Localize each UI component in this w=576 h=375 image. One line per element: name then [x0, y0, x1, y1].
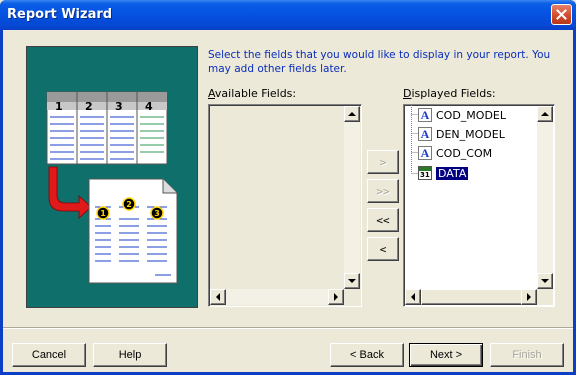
available-horizontal-scrollbar[interactable] [210, 289, 344, 305]
report-marker-1: 1 [100, 209, 106, 218]
field-label: COD_COM [436, 146, 493, 160]
available-scroll-down-button[interactable] [344, 273, 360, 289]
available-fields-list[interactable] [208, 104, 362, 307]
report-marker-2: 2 [126, 200, 132, 209]
arrow-left-icon [411, 293, 415, 301]
field-label: DEN_MODEL [436, 127, 505, 141]
arrow-right-icon [527, 293, 531, 301]
text-field-icon: A [418, 127, 432, 141]
available-scroll-right-button[interactable] [328, 289, 344, 305]
displayed-scroll-down-button[interactable] [537, 273, 553, 289]
displayed-fields-label: Displayed Fields: [403, 87, 496, 100]
table-column-3: 3 [115, 100, 123, 113]
finish-button[interactable]: Finish [490, 343, 564, 367]
displayed-vertical-scrollbar[interactable] [537, 106, 553, 289]
close-button[interactable] [551, 4, 572, 25]
arrow-down-icon [541, 279, 549, 283]
field-label: COD_MODEL [436, 108, 507, 122]
displayed-field-item[interactable]: A DEN_MODEL [418, 125, 505, 143]
add-all-fields-button[interactable]: >> [367, 179, 399, 203]
remove-field-button[interactable]: < [367, 237, 399, 261]
window-title: Report Wizard [7, 7, 113, 22]
cancel-button[interactable]: Cancel [12, 343, 86, 367]
report-marker-3: 3 [154, 209, 160, 218]
displayed-scroll-thumb[interactable] [421, 289, 525, 305]
close-icon [556, 9, 567, 20]
field-label: DATA [436, 166, 469, 180]
arrow-up-icon [541, 112, 549, 116]
table-column-4: 4 [145, 100, 153, 113]
displayed-scroll-left-button[interactable] [405, 289, 421, 305]
button-separator [3, 327, 573, 329]
remove-all-fields-button[interactable]: << [367, 208, 399, 232]
arrow-left-icon [216, 293, 220, 301]
report-illustration-image: 1 2 3 4 1 2 3 [46, 91, 178, 284]
date-field-icon: 31 [418, 166, 432, 180]
arrow-down-icon [348, 279, 356, 283]
table-column-1: 1 [55, 100, 63, 113]
displayed-scroll-corner [537, 289, 553, 305]
help-button[interactable]: Help [93, 343, 167, 367]
displayed-scroll-right-button[interactable] [521, 289, 537, 305]
add-field-button[interactable]: > [367, 150, 399, 174]
displayed-scroll-up-button[interactable] [537, 106, 553, 122]
available-scroll-corner [344, 289, 360, 305]
report-wizard-window: Report Wizard 1 2 3 4 1 2 3 Select the f… [0, 0, 576, 375]
displayed-field-item[interactable]: A COD_MODEL [418, 106, 506, 124]
text-field-icon: A [418, 146, 432, 160]
displayed-fields-list[interactable]: A COD_MODEL A DEN_MODEL A COD_COM 31 DAT… [403, 104, 555, 307]
arrow-right-icon [334, 293, 338, 301]
available-fields-label: Available Fields: [208, 87, 297, 100]
next-button[interactable]: Next > [409, 343, 483, 367]
available-vertical-scrollbar[interactable] [344, 106, 360, 289]
available-scroll-up-button[interactable] [344, 106, 360, 122]
arrow-up-icon [348, 112, 356, 116]
dialog-client-area: 1 2 3 4 1 2 3 Select the fields that you… [3, 30, 573, 372]
displayed-field-item-selected[interactable]: 31 DATA [418, 164, 469, 182]
displayed-field-item[interactable]: A COD_COM [418, 144, 492, 162]
available-scroll-left-button[interactable] [210, 289, 226, 305]
wizard-illustration: 1 2 3 4 1 2 3 [26, 46, 198, 308]
displayed-horizontal-scrollbar[interactable] [405, 289, 537, 305]
instruction-text: Select the fields that you would like to… [208, 49, 551, 75]
table-column-2: 2 [85, 100, 93, 113]
text-field-icon: A [418, 108, 432, 122]
back-button[interactable]: < Back [330, 343, 404, 367]
title-bar[interactable]: Report Wizard [0, 0, 576, 30]
